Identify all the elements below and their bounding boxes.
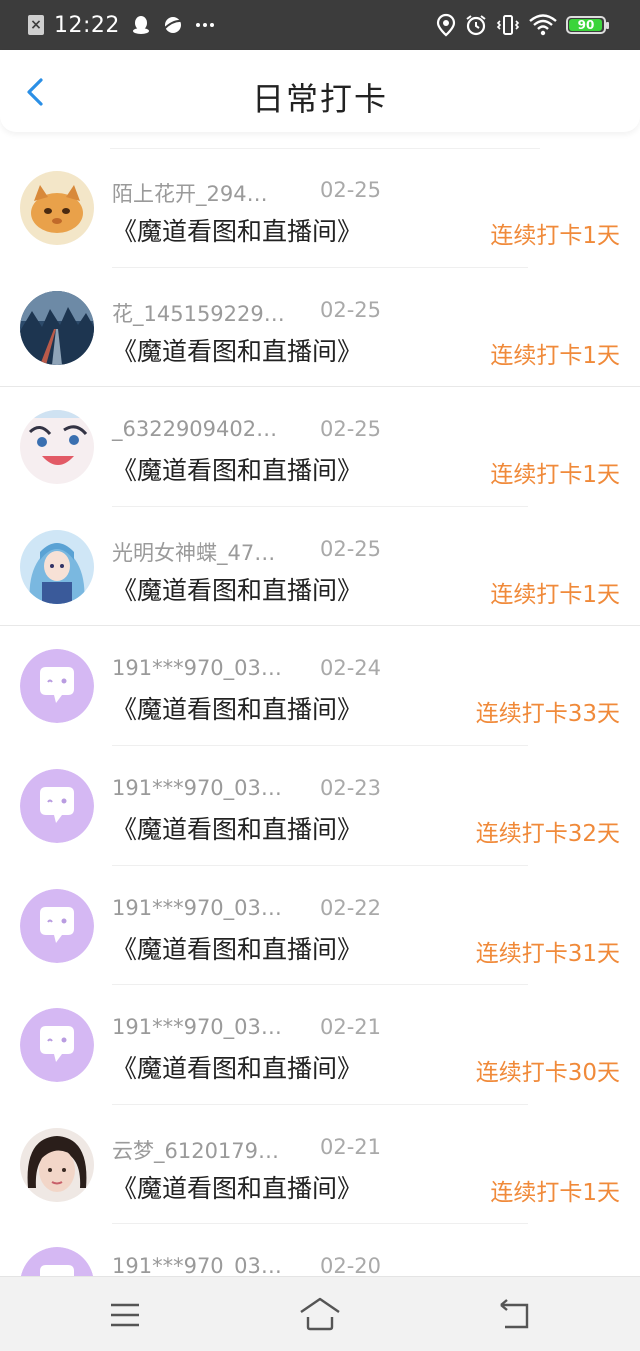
home-icon[interactable]	[298, 1295, 342, 1335]
book-title: 《魔道看图和直播间》	[112, 1173, 363, 1203]
status-time: 12:22	[54, 12, 120, 38]
battery-cap	[606, 22, 609, 29]
checkin-date: 02-25	[320, 417, 382, 442]
menu-icon[interactable]	[105, 1295, 145, 1335]
username: 光明女神蝶_47…	[112, 540, 276, 565]
checkin-date: 02-21	[320, 1134, 382, 1159]
streak-label: 连续打卡33天	[475, 701, 620, 728]
default-chat-avatar[interactable]	[20, 888, 94, 963]
list-item[interactable]: 191***970_03… 02-24 《魔道看图和直播间》 连续打卡33天	[0, 626, 640, 746]
list-item[interactable]: 光明女神蝶_47… 02-25 《魔道看图和直播间》 连续打卡1天	[0, 507, 640, 627]
checkin-date: 02-22	[320, 895, 382, 920]
status-left: × 12:22	[28, 10, 216, 40]
streak-label: 连续打卡30天	[475, 1060, 620, 1087]
book-title: 《魔道看图和直播间》	[112, 934, 363, 964]
default-chat-avatar[interactable]	[20, 649, 94, 724]
book-title: 《魔道看图和直播间》	[112, 336, 363, 366]
checkin-date: 02-24	[320, 656, 382, 681]
username: 191***970_03…	[112, 656, 282, 681]
page-title: 日常打卡	[251, 80, 388, 118]
back-icon[interactable]	[495, 1295, 535, 1335]
checkin-date: 02-25	[320, 297, 382, 322]
list-item[interactable]: 陌上花开_294… 02-25 《魔道看图和直播间》 连续打卡1天	[0, 148, 640, 268]
checkin-list: 陌上花开_294… 02-25 《魔道看图和直播间》 连续打卡1天 花_1451…	[0, 148, 640, 1344]
list-item[interactable]: 云梦_6120179… 02-21 《魔道看图和直播间》 连续打卡1天	[0, 1105, 640, 1225]
wifi-icon	[529, 14, 557, 36]
list-item[interactable]: 花_145159229… 02-25 《魔道看图和直播间》 连续打卡1天	[0, 268, 640, 388]
streak-label: 连续打卡32天	[475, 820, 620, 847]
username: 191***970_03…	[112, 1015, 282, 1040]
menu-button[interactable]	[105, 1295, 145, 1335]
list-item[interactable]: 191***970_03… 02-22 《魔道看图和直播间》 连续打卡31天	[0, 866, 640, 986]
username: 191***970_03…	[112, 775, 282, 800]
more-dots-icon	[195, 23, 214, 27]
qq-penguin-icon	[132, 16, 149, 34]
cat-avatar[interactable]	[20, 171, 94, 245]
back-nav-button[interactable]	[495, 1295, 535, 1335]
header: 日常打卡	[0, 50, 640, 132]
username: 云梦_6120179…	[112, 1138, 280, 1163]
username: 陌上花开_294…	[112, 182, 268, 206]
streak-label: 连续打卡1天	[490, 223, 620, 249]
home-button[interactable]	[298, 1295, 342, 1335]
streak-label: 连续打卡1天	[490, 342, 620, 369]
road-avatar[interactable]	[20, 290, 94, 365]
list-item[interactable]: 191***970_03… 02-21 《魔道看图和直播间》 连续打卡30天	[0, 985, 640, 1105]
book-title: 《魔道看图和直播间》	[112, 695, 363, 725]
streak-label: 连续打卡1天	[490, 581, 620, 608]
battery-level: 90	[577, 18, 595, 32]
book-title: 《魔道看图和直播间》	[112, 575, 363, 605]
list-item[interactable]: _6322909402… 02-25 《魔道看图和直播间》 连续打卡1天	[0, 387, 640, 507]
vibrate-icon	[496, 15, 520, 35]
checkin-date: 02-25	[320, 178, 382, 202]
close-box-icon: ×	[28, 15, 44, 35]
list-item[interactable]: 191***970_03… 02-23 《魔道看图和直播间》 连续打卡32天	[0, 746, 640, 866]
anime-girl-avatar[interactable]	[20, 529, 94, 604]
battery-icon: 90	[566, 16, 609, 34]
username: 花_145159229…	[112, 301, 285, 326]
bottom-nav	[0, 1276, 640, 1351]
status-right: 90	[436, 10, 609, 40]
book-title: 《魔道看图和直播间》	[112, 217, 363, 246]
alarm-icon	[466, 15, 486, 36]
streak-label: 连续打卡31天	[475, 940, 620, 967]
status-bar: × 12:22 90	[0, 0, 640, 50]
default-chat-avatar[interactable]	[20, 1008, 94, 1083]
checkin-date: 02-21	[320, 1015, 382, 1040]
book-title: 《魔道看图和直播间》	[112, 456, 363, 486]
location-icon	[436, 13, 456, 37]
book-title: 《魔道看图和直播间》	[112, 814, 363, 844]
username: 191***970_03…	[112, 895, 282, 920]
girl-portrait-avatar[interactable]	[20, 1127, 94, 1202]
checkin-date: 02-23	[320, 775, 382, 800]
anime-face-avatar[interactable]	[20, 410, 94, 485]
default-chat-avatar[interactable]	[20, 768, 94, 843]
book-title: 《魔道看图和直播间》	[112, 1054, 363, 1084]
checkin-date: 02-20	[320, 1254, 382, 1279]
planet-icon	[163, 17, 183, 33]
streak-label: 连续打卡1天	[490, 1179, 620, 1206]
streak-label: 连续打卡1天	[490, 462, 620, 489]
username: 191***970_03…	[112, 1254, 282, 1279]
username: _6322909402…	[112, 417, 278, 442]
checkin-date: 02-25	[320, 536, 382, 561]
